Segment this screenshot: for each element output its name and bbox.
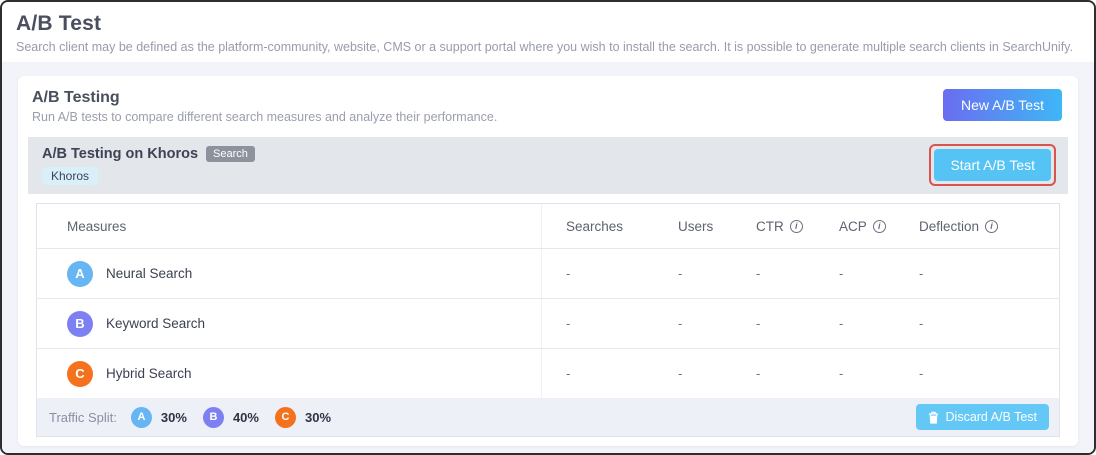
variant-c-badge: C <box>275 407 296 428</box>
section-header: A/B Testing Run A/B tests to compare dif… <box>28 89 1068 124</box>
ab-test-page: A/B Test Search client may be defined as… <box>0 0 1096 455</box>
client-chip: Khoros <box>42 167 98 185</box>
split-value: 30% <box>161 410 187 425</box>
deflection-value: - <box>895 316 1059 331</box>
measures-table: Measures Searches Users CTR i ACP i <box>36 203 1060 437</box>
column-header-acp: ACP i <box>815 219 895 234</box>
banner-info: A/B Testing on Khoros Search Khoros <box>42 146 255 185</box>
variant-a-badge: A <box>131 407 152 428</box>
searches-value: - <box>542 266 654 281</box>
acp-value: - <box>815 266 895 281</box>
content-area: A/B Testing Run A/B tests to compare dif… <box>2 62 1094 454</box>
page-title: A/B Test <box>16 12 1078 36</box>
measure-label: Hybrid Search <box>106 366 192 381</box>
deflection-value: - <box>895 266 1059 281</box>
traffic-split-b: B 40% <box>203 407 259 428</box>
table-row: A Neural Search - - - - - <box>37 248 1059 298</box>
measure-label: Neural Search <box>106 266 192 281</box>
table-row: B Keyword Search - - - - - <box>37 298 1059 348</box>
column-header-deflection: Deflection i <box>895 219 1059 234</box>
column-header-acp-label: ACP <box>839 219 867 234</box>
table-header-row: Measures Searches Users CTR i ACP i <box>37 204 1059 248</box>
measure-cell: C Hybrid Search <box>37 349 542 398</box>
column-header-searches: Searches <box>542 219 654 234</box>
start-ab-test-button[interactable]: Start A/B Test <box>934 149 1051 181</box>
ab-testing-card: A/B Testing Run A/B tests to compare dif… <box>18 76 1078 446</box>
split-value: 40% <box>233 410 259 425</box>
section-header-text: A/B Testing Run A/B tests to compare dif… <box>32 89 497 124</box>
column-header-users: Users <box>654 219 732 234</box>
section-title: A/B Testing <box>32 89 497 107</box>
banner-title-row: A/B Testing on Khoros Search <box>42 146 255 162</box>
searches-value: - <box>542 366 654 381</box>
ctr-value: - <box>732 266 815 281</box>
measure-cell: B Keyword Search <box>37 299 542 348</box>
section-subtitle: Run A/B tests to compare different searc… <box>32 110 497 124</box>
info-icon[interactable]: i <box>873 220 886 233</box>
info-icon[interactable]: i <box>985 220 998 233</box>
column-header-deflection-label: Deflection <box>919 219 979 234</box>
column-header-ctr-label: CTR <box>756 219 784 234</box>
users-value: - <box>654 316 732 331</box>
annotation-highlight: Start A/B Test <box>929 144 1056 186</box>
trash-icon <box>928 411 939 424</box>
search-type-badge: Search <box>206 146 255 162</box>
ctr-value: - <box>732 366 815 381</box>
test-banner: A/B Testing on Khoros Search Khoros Star… <box>28 137 1068 194</box>
ctr-value: - <box>732 316 815 331</box>
info-icon[interactable]: i <box>790 220 803 233</box>
new-ab-test-button[interactable]: New A/B Test <box>943 89 1062 121</box>
traffic-split-a: A 30% <box>131 407 187 428</box>
split-value: 30% <box>305 410 331 425</box>
traffic-split-c: C 30% <box>275 407 331 428</box>
acp-value: - <box>815 316 895 331</box>
measure-cell: A Neural Search <box>37 249 542 298</box>
table-row: C Hybrid Search - - - - - <box>37 348 1059 398</box>
page-header: A/B Test Search client may be defined as… <box>2 2 1094 54</box>
users-value: - <box>654 266 732 281</box>
searches-value: - <box>542 316 654 331</box>
traffic-split-label: Traffic Split: <box>49 410 117 425</box>
variant-a-badge: A <box>67 261 93 287</box>
deflection-value: - <box>895 366 1059 381</box>
variant-b-badge: B <box>203 407 224 428</box>
discard-ab-test-button[interactable]: Discard A/B Test <box>916 404 1049 430</box>
page-subtitle: Search client may be defined as the plat… <box>16 40 1078 54</box>
column-header-ctr: CTR i <box>732 219 815 234</box>
acp-value: - <box>815 366 895 381</box>
banner-title: A/B Testing on Khoros <box>42 146 198 162</box>
column-header-measures: Measures <box>37 204 542 248</box>
variant-b-badge: B <box>67 311 93 337</box>
discard-button-label: Discard A/B Test <box>946 410 1037 424</box>
table-footer: Traffic Split: A 30% B 40% C 30% <box>37 398 1059 436</box>
variant-c-badge: C <box>67 361 93 387</box>
measure-label: Keyword Search <box>106 316 205 331</box>
users-value: - <box>654 366 732 381</box>
